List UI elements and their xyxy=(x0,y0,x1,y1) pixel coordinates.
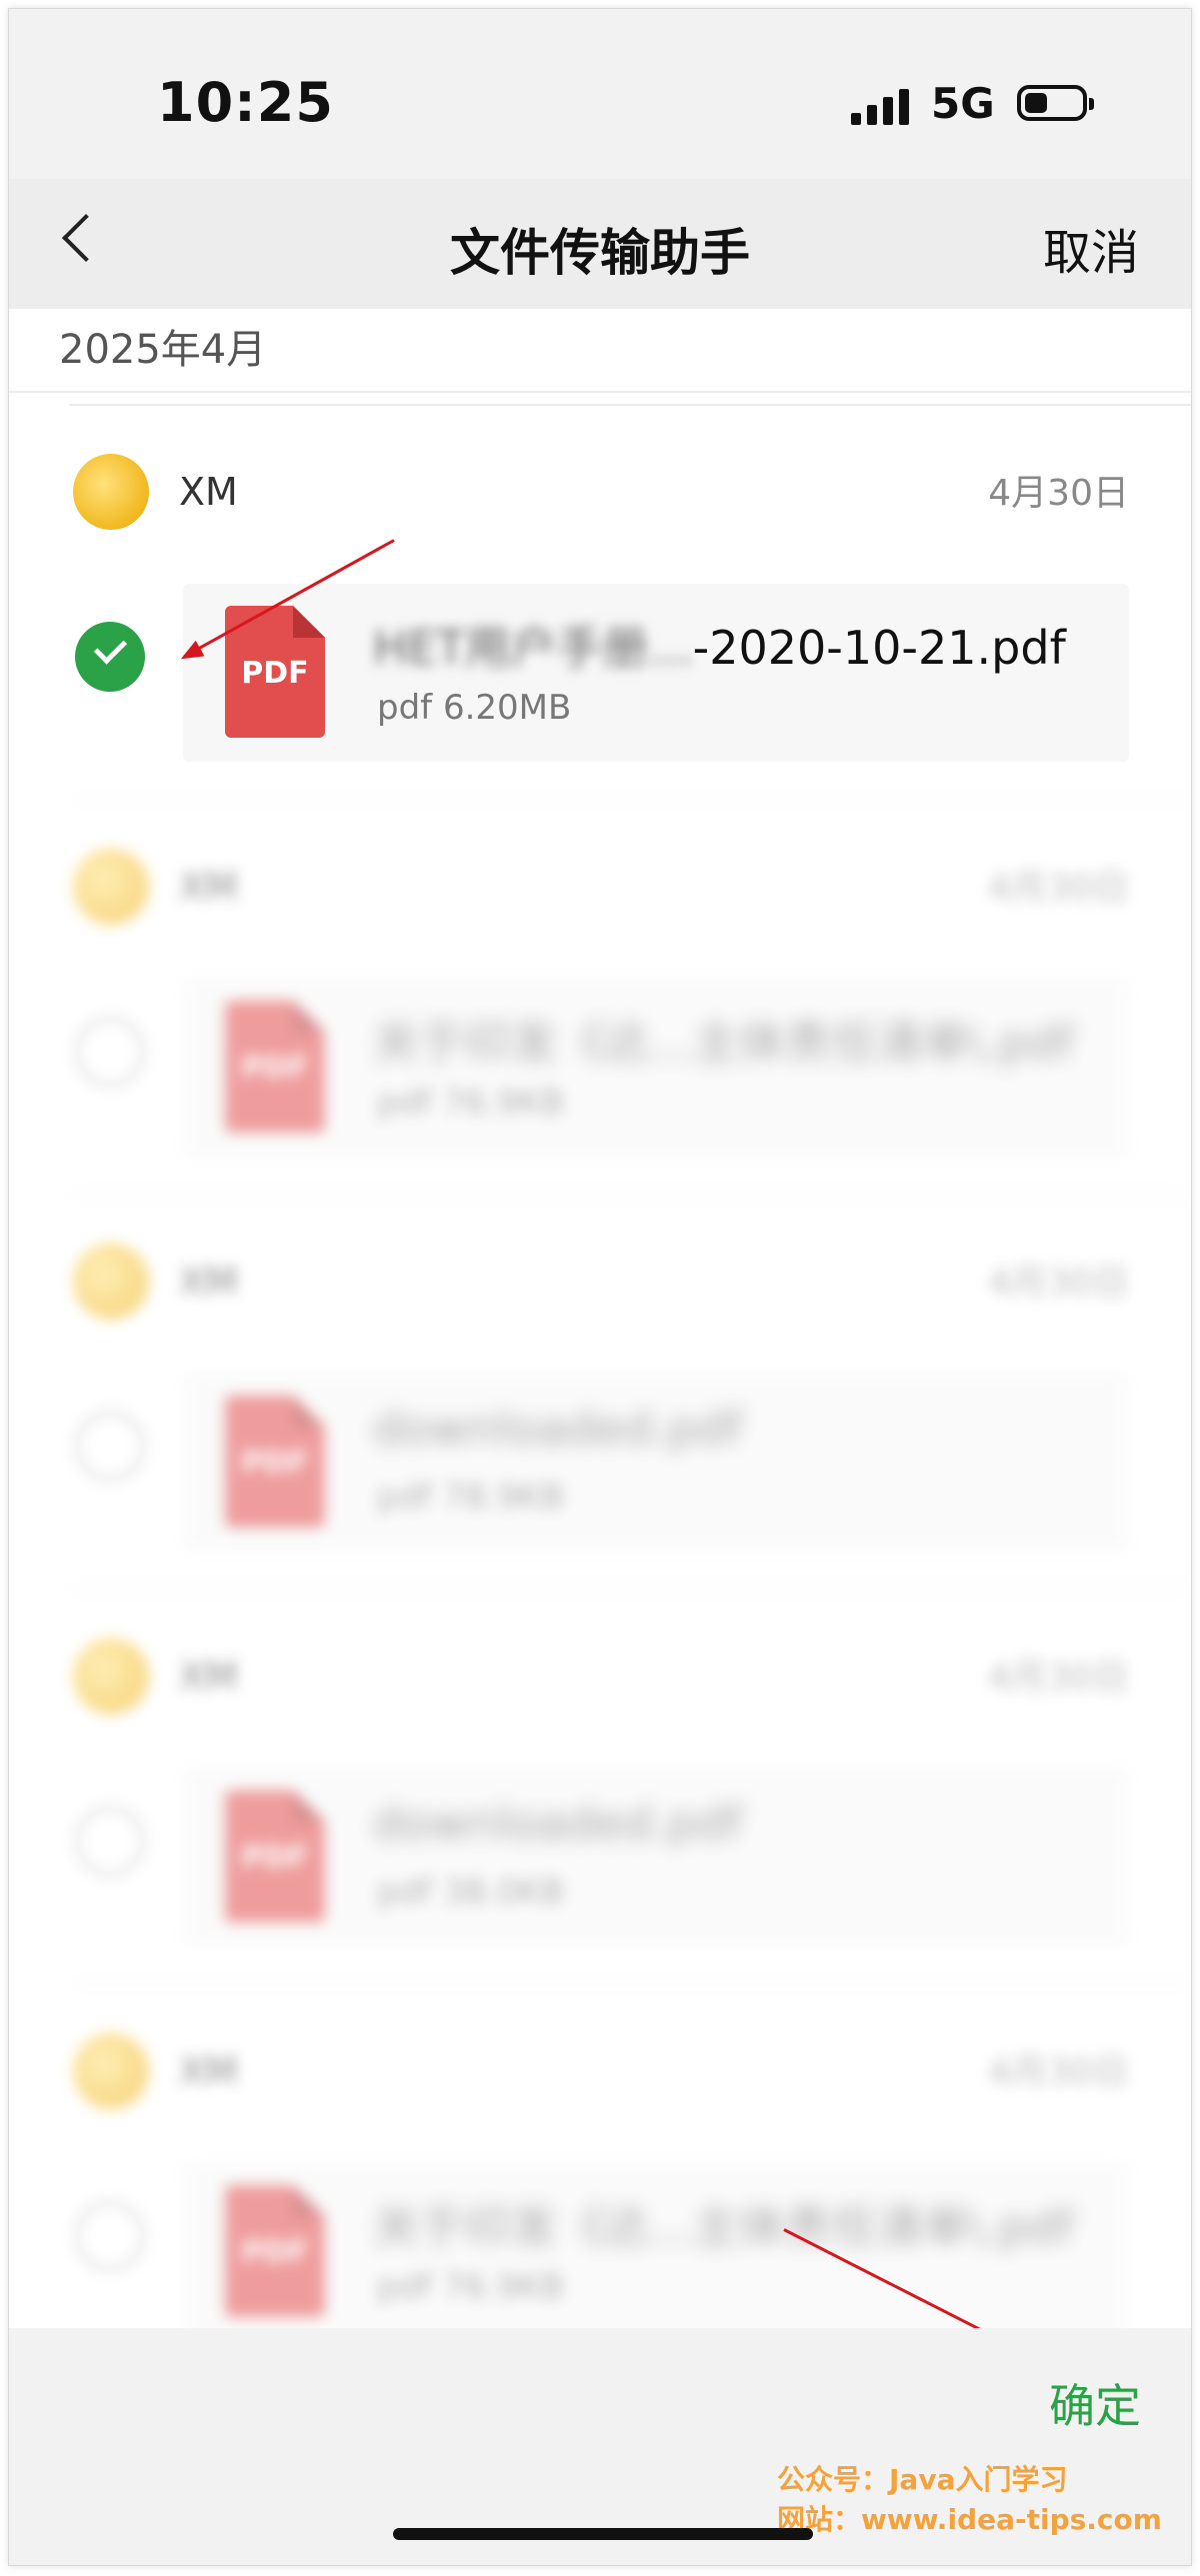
file-name-blurred: downloaded.pdf xyxy=(373,1401,743,1455)
row-divider xyxy=(69,1588,1191,1590)
file-message-row[interactable]: XM 4月30日 PDF downloaded.pdf pdf 78.9KB xyxy=(9,1194,1191,1588)
pdf-icon-label: PDF xyxy=(241,1445,309,1480)
cancel-button[interactable]: 取消 xyxy=(1043,213,1139,283)
phone-screen: 10:25 5G 文件传输助手 取消 2025年4月 XM 4月30日 PDF HET… xyxy=(8,8,1192,2566)
file-message-row[interactable]: XM 4月30日 PDF 关于印发《达...主体责任清单\.pdf pdf 76.9KB xyxy=(9,799,1191,1194)
bottom-bar: 确定 公众号：Java入门学习 网站：www.idea-tips.com xyxy=(9,2328,1191,2565)
watermark-line2: 网站：www.idea-tips.com xyxy=(777,2503,1162,2536)
checked-circle-icon[interactable] xyxy=(75,622,145,692)
file-meta: pdf 76.9KB xyxy=(377,1083,565,1123)
avatar xyxy=(73,1244,149,1319)
file-card[interactable]: PDF 关于印发《达...主体责任清单\.pdf pdf 76.9KB xyxy=(183,2163,1129,2328)
file-message-row[interactable]: XM 4月30日 PDF 关于印发《达...主体责任清单\.pdf pdf 76.9KB xyxy=(9,1983,1191,2328)
file-name: HET用户手册...-2020-10-21.pdf xyxy=(373,612,1066,678)
file-name-blurred: HET用户手册... xyxy=(373,621,693,675)
sender-name: XM xyxy=(179,470,238,514)
unchecked-circle-icon[interactable] xyxy=(75,1411,145,1481)
file-name: downloaded.pdf xyxy=(373,1796,742,1850)
file-message-row[interactable]: XM 4月30日 PDF downloaded.pdf pdf 38.0KB xyxy=(9,1588,1191,1983)
file-meta: pdf 76.9KB xyxy=(377,2267,565,2307)
sender-name: XM xyxy=(179,865,238,909)
file-meta: pdf 78.9KB xyxy=(377,1477,565,1517)
sender-name: XM xyxy=(179,1260,238,1303)
unchecked-circle-icon[interactable] xyxy=(75,1806,145,1876)
row-divider xyxy=(69,1194,1191,1196)
page-title: 文件传输助手 xyxy=(450,224,750,282)
battery-icon xyxy=(1017,85,1094,121)
avatar xyxy=(73,454,149,530)
pdf-icon-label: PDF xyxy=(241,656,309,691)
message-date: 4月30日 xyxy=(988,1657,1129,1698)
month-header: 2025年4月 xyxy=(9,309,1191,393)
message-date: 4月30日 xyxy=(988,2052,1129,2093)
status-bar: 10:25 5G xyxy=(9,9,1191,179)
pdf-icon-label: PDF xyxy=(241,1840,309,1875)
row-divider xyxy=(69,404,1191,406)
file-meta: pdf 6.20MB xyxy=(377,688,572,728)
message-date: 4月30日 xyxy=(988,868,1129,909)
unchecked-circle-icon[interactable] xyxy=(75,2201,145,2271)
avatar xyxy=(73,849,149,925)
network-label: 5G xyxy=(931,79,995,128)
signal-icon xyxy=(851,89,911,125)
message-date: 4月30日 xyxy=(988,1263,1129,1303)
file-card[interactable]: PDF downloaded.pdf pdf 78.9KB xyxy=(183,1373,1129,1551)
message-date: 4月30日 xyxy=(988,473,1129,514)
pdf-icon-label: PDF xyxy=(241,2235,309,2270)
row-divider xyxy=(69,799,1191,801)
sender-name: XM xyxy=(179,1654,238,1698)
pdf-icon-label: PDF xyxy=(241,1051,309,1086)
file-card[interactable]: PDF HET用户手册...-2020-10-21.pdf pdf 6.20MB xyxy=(183,584,1129,762)
navigation-bar: 文件传输助手 取消 xyxy=(9,179,1191,309)
confirm-button[interactable]: 确定 xyxy=(1049,2370,1141,2436)
file-name: downloaded.pdf xyxy=(373,1401,742,1455)
file-name: 关于印发《达...主体责任清单\.pdf xyxy=(373,1007,1074,1073)
avatar xyxy=(73,1638,149,1714)
file-card[interactable]: PDF 关于印发《达...主体责任清单\.pdf pdf 76.9KB xyxy=(183,979,1129,1157)
file-message-row[interactable]: XM 4月30日 PDF HET用户手册...-2020-10-21.pdf pdf 6… xyxy=(9,404,1191,799)
pdf-fold-corner xyxy=(293,606,325,638)
watermark: 公众号：Java入门学习 网站：www.idea-tips.com xyxy=(777,2460,1162,2540)
unchecked-circle-icon[interactable] xyxy=(75,1017,145,1087)
file-name-blurred: downloaded.pdf xyxy=(373,1796,743,1850)
file-card[interactable]: PDF downloaded.pdf pdf 38.0KB xyxy=(183,1768,1129,1946)
status-time: 10:25 xyxy=(157,71,334,134)
sender-name: XM xyxy=(179,2049,238,2093)
avatar xyxy=(73,2033,149,2109)
home-indicator xyxy=(393,2528,813,2540)
file-name-visible: -2020-10-21.pdf xyxy=(692,621,1066,675)
file-name-blurred: 关于印发《达...主体责任清单\.pdf xyxy=(373,1016,1074,1070)
file-list: 2025年4月 XM 4月30日 PDF HET用户手册...-2020-10-21.… xyxy=(9,309,1191,2328)
file-meta: pdf 38.0KB xyxy=(377,1872,565,1912)
file-name: 关于印发《达...主体责任清单\.pdf xyxy=(373,2191,1074,2257)
file-name-blurred: 关于印发《达...主体责任清单\.pdf xyxy=(373,2200,1074,2254)
row-divider xyxy=(69,1983,1191,1985)
watermark-line1: 公众号：Java入门学习 xyxy=(777,2463,1068,2496)
